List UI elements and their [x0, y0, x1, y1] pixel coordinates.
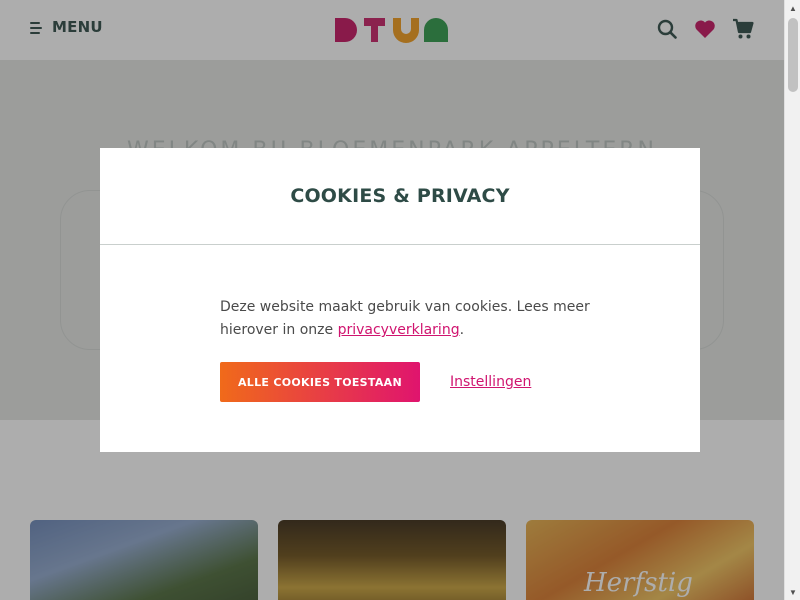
scroll-down-arrow-icon[interactable]: ▼ — [785, 584, 800, 600]
scroll-up-arrow-icon[interactable]: ▲ — [785, 0, 800, 16]
cookie-modal: COOKIES & PRIVACY Deze website maakt geb… — [100, 148, 700, 452]
modal-title: COOKIES & PRIVACY — [290, 185, 510, 207]
cookie-message: Deze website maakt gebruik van cookies. … — [220, 296, 600, 342]
modal-actions: ALLE COOKIES TOESTAAN Instellingen — [220, 362, 531, 402]
modal-header: COOKIES & PRIVACY — [100, 148, 700, 245]
cookie-settings-link[interactable]: Instellingen — [450, 374, 531, 390]
scrollbar-thumb[interactable] — [788, 18, 798, 92]
scrollbar[interactable]: ▲ ▼ — [784, 0, 800, 600]
privacy-policy-link[interactable]: privacyverklaring — [338, 322, 460, 338]
modal-body: Deze website maakt gebruik van cookies. … — [220, 296, 600, 342]
cookie-message-end: . — [459, 322, 465, 338]
accept-all-cookies-button[interactable]: ALLE COOKIES TOESTAAN — [220, 362, 420, 402]
